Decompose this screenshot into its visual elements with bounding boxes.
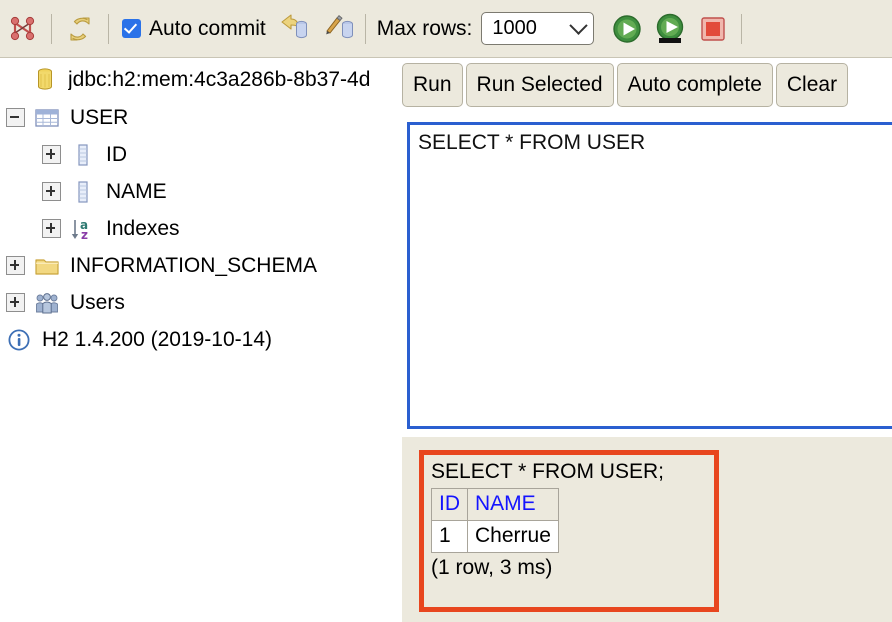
run-selected-button[interactable]: Run Selected [465,63,614,107]
tree-toggle-spacer [6,71,23,88]
column-header-id[interactable]: ID [431,488,468,522]
result-status: (1 row, 3 ms) [431,556,553,580]
rollback-icon[interactable] [278,13,308,44]
tree-item-user-table[interactable]: USER [0,99,398,136]
tree-item-version: H2 1.4.200 (2019-10-14) [0,321,398,358]
table-row[interactable]: 1 Cherrue [431,520,559,554]
chevron-down-icon [569,16,589,35]
result-highlight-box: SELECT * FROM USER; ID NAME 1 Cherrue (1… [419,450,719,612]
column-header-name[interactable]: NAME [467,488,559,522]
results-panel: SELECT * FROM USER; ID NAME 1 Cherrue (1… [402,437,892,622]
run-button[interactable]: Run [402,63,463,107]
svg-text:z: z [81,228,88,242]
tree-item-column-name[interactable]: NAME [0,173,398,210]
run-icon[interactable] [610,12,644,46]
tree-toggle-expand[interactable] [42,219,61,238]
commit-icon[interactable] [324,14,354,44]
tree-toggle-expand[interactable] [6,256,25,275]
cell-id: 1 [431,520,468,554]
toolbar-separator-1 [51,13,52,44]
index-sort-icon: a z [70,216,96,242]
auto-commit-label: Auto commit [149,16,266,40]
tree-item-users[interactable]: Users [0,284,398,321]
auto-commit-toggle[interactable]: Auto commit [122,17,266,41]
tree-item-information-schema[interactable]: INFORMATION_SCHEMA [0,247,398,284]
auto-commit-checkbox[interactable] [122,19,141,38]
auto-complete-button[interactable]: Auto complete [616,63,773,107]
clear-button[interactable]: Clear [775,63,849,107]
connection-url: jdbc:h2:mem:4c3a286b-8b37-4d [68,68,371,90]
tree-toggle-expand[interactable] [42,145,61,164]
sql-workspace: Run Run Selected Auto complete Clear SEL… [402,59,892,622]
max-rows-label: Max rows: [376,16,473,40]
table-header-row: ID NAME [431,488,559,522]
toolbar-separator-4 [741,13,743,44]
users-icon [34,290,60,316]
result-query-echo: SELECT * FROM USER; [431,460,664,483]
tree-item-connection[interactable]: jdbc:h2:mem:4c3a286b-8b37-4d [0,59,398,99]
result-table: ID NAME 1 Cherrue [431,488,559,554]
editor-button-bar: Run Run Selected Auto complete Clear [402,62,849,108]
table-icon [34,105,60,131]
connection-icon[interactable] [6,12,40,46]
column-icon [70,179,96,205]
stop-icon[interactable] [696,12,730,46]
tree-item-indexes[interactable]: a z Indexes [0,210,398,247]
cell-name: Cherrue [467,520,559,554]
sql-input[interactable]: SELECT * FROM USER [407,122,892,429]
tree-label-users: Users [70,291,125,314]
tree-item-column-id[interactable]: ID [0,136,398,173]
tree-label-id: ID [106,143,127,166]
tree-toggle-expand[interactable] [6,293,25,312]
tree-label-user: USER [70,106,129,129]
folder-icon [34,253,60,279]
refresh-icon[interactable] [63,12,97,46]
database-icon [32,66,58,92]
h2-console-window: Auto commit Max rows: 1000 jdbc:h2:mem:4… [0,0,892,622]
max-rows-select[interactable]: 1000 [481,12,595,45]
database-tree-panel[interactable]: jdbc:h2:mem:4c3a286b-8b37-4d USER ID NAM… [0,59,398,622]
toolbar-separator-2 [108,13,109,44]
tree-label-information-schema: INFORMATION_SCHEMA [70,254,317,277]
toolbar: Auto commit Max rows: 1000 [0,0,892,58]
column-icon [70,142,96,168]
max-rows-value: 1000 [492,17,537,39]
tree-toggle-expand[interactable] [42,182,61,201]
toolbar-separator-3 [364,13,366,44]
tree-label-indexes: Indexes [106,217,180,240]
tree-label-name: NAME [106,180,167,203]
info-icon [6,327,32,353]
tree-toggle-collapse[interactable] [6,108,25,127]
run-selected-icon[interactable] [653,12,687,46]
h2-version-label: H2 1.4.200 (2019-10-14) [42,328,272,351]
